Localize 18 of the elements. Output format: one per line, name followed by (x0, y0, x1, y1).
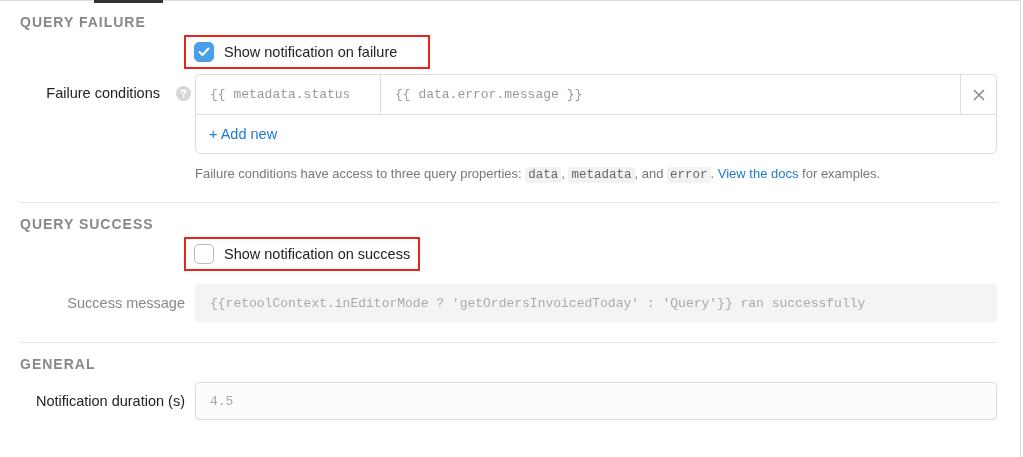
checkbox[interactable] (194, 42, 214, 62)
section-heading: QUERY FAILURE (20, 13, 147, 32)
help-icon[interactable] (176, 85, 191, 101)
condition-input[interactable]: {{ metadata.status (196, 75, 381, 114)
section-heading: QUERY SUCCESS (20, 215, 155, 234)
field-label: Failure conditions (46, 85, 160, 101)
section-heading: GENERAL (20, 355, 97, 374)
check-icon (198, 47, 210, 57)
text-field[interactable]: 4.5 (195, 382, 997, 420)
docs-link[interactable]: View the docs (717, 166, 799, 181)
message-input[interactable]: {{ data.error.message }} (381, 75, 960, 114)
help-text: Failure conditions have access to three query properties: data , metadata , and error . View the docs for examples. (195, 166, 882, 182)
checkbox-label[interactable]: Show notification on success (224, 246, 411, 262)
checkbox[interactable] (194, 244, 214, 264)
field-label: Success message (67, 295, 185, 311)
field-label: Notification duration (s) (35, 393, 185, 409)
checkbox-label[interactable]: Show notification on failure (224, 44, 398, 60)
add-new-link[interactable]: + Add new (209, 126, 278, 142)
